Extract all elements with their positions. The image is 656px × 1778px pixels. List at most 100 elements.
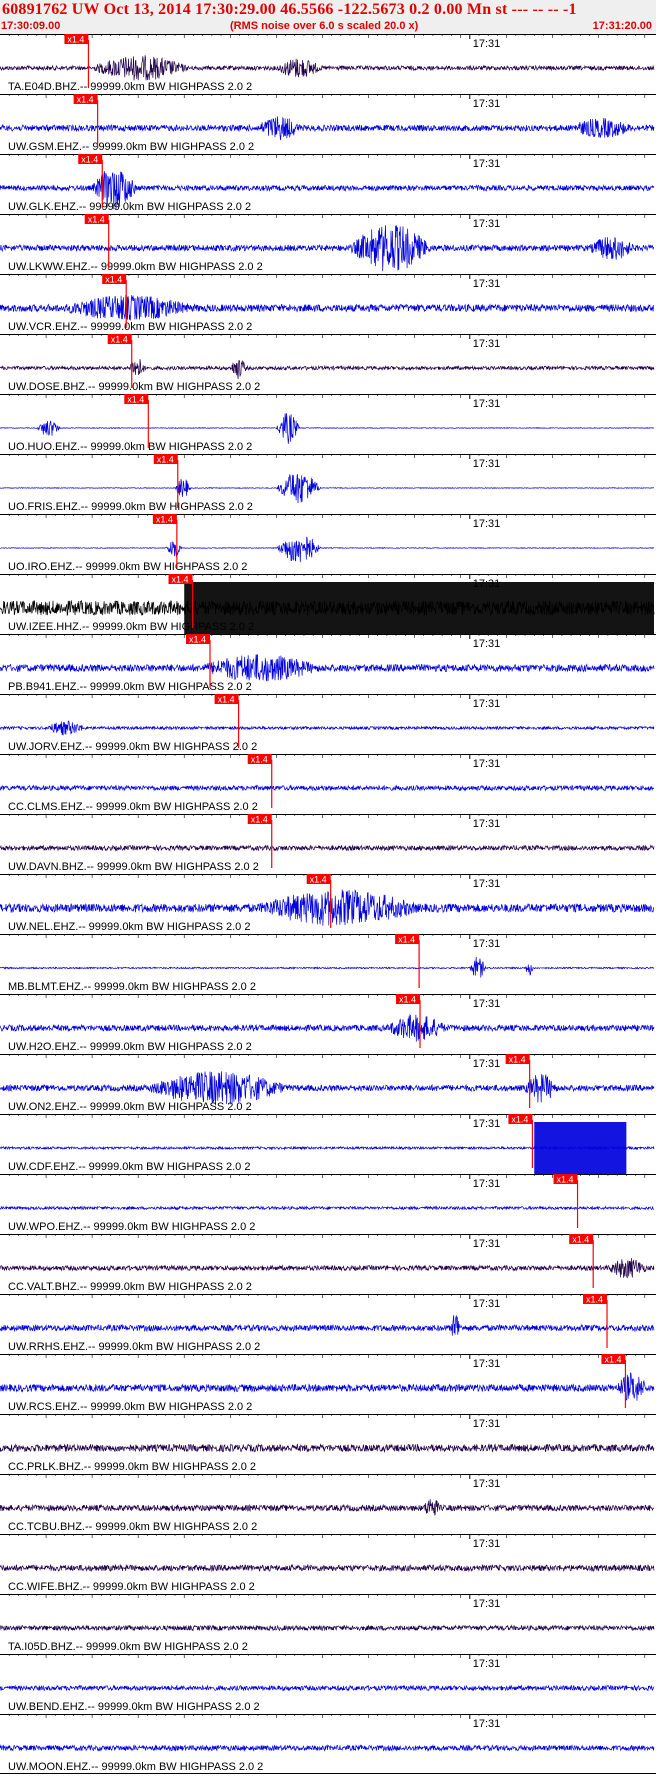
trace-row: 17:31 CC.WIFE.BHZ.-- 99999.0km BW HIGHPAS… — [0, 1534, 656, 1593]
waveform — [0, 1744, 655, 1752]
station-label: PB.B941.EHZ.-- 99999.0km BW HIGHPASS 2.0… — [8, 681, 252, 693]
waveform — [0, 1205, 655, 1211]
station-label: UW.DAVN.BHZ.-- 99999.0km BW HIGHPASS 2.0… — [8, 861, 259, 873]
pick-label: x1.4 — [509, 1055, 526, 1065]
station-label: UW.RCS.EHZ.-- 99999.0km BW HIGHPASS 2.0 … — [8, 1401, 252, 1413]
time-tick-label: 17:31 — [473, 1178, 501, 1190]
pick-label: x1.4 — [157, 455, 174, 465]
time-tick-label: 17:31 — [473, 638, 501, 650]
time-tick-label: 17:31 — [473, 1658, 501, 1670]
trace-row: 17:31 CC.CLMS.EHZ.-- 99999.0km BW HIGHPAS… — [0, 754, 656, 813]
start-time: 17:30:09.00 — [1, 20, 61, 32]
time-tick-label: 17:31 — [473, 218, 501, 230]
station-label: UW.DOSE.BHZ.-- 99999.0km BW HIGHPASS 2.0… — [8, 381, 260, 393]
station-label: UW.IZEE.HHZ.-- 99999.0km BW HIGHPASS 2.0… — [8, 621, 254, 633]
trace-row: 17:31 UO.HUO.EHZ.-- 99999.0km BW HIGHPASS… — [0, 394, 656, 453]
trace-row: 17:31 TA.E04D.BHZ.-- 99999.0km BW HIGHPAS… — [0, 34, 656, 93]
trace-row: 17:31UW.IZEE.HHZ.-- 99999.0km BW HIGHPAS… — [0, 574, 656, 634]
time-tick-label: 17:31 — [473, 98, 501, 110]
pick-label: x1.4 — [81, 155, 98, 165]
station-label: UO.IRO.EHZ.-- 99999.0km BW HIGHPASS 2.0 … — [8, 561, 247, 573]
station-label: CC.VALT.BHZ.-- 99999.0km BW HIGHPASS 2.0… — [8, 1281, 252, 1293]
trace-row: 17:31 UW.MOON.EHZ.-- 99999.0km BW HIGHPAS… — [0, 1714, 656, 1773]
header-bar: 60891762 UW Oct 13, 2014 17:30:29.00 46.… — [0, 0, 656, 34]
time-tick-label: 17:31 — [473, 1478, 501, 1490]
time-tick-label: 17:31 — [473, 1598, 501, 1610]
station-label: CC.WIFE.BHZ.-- 99999.0km BW HIGHPASS 2.0… — [8, 1581, 255, 1593]
trace-row: 17:31 UW.LKWW.EHZ.-- 99999.0km BW HIGHPAS… — [0, 214, 656, 273]
time-tick-label: 17:31 — [473, 38, 501, 50]
station-label: UW.H2O.EHZ.-- 99999.0km BW HIGHPASS 2.0 … — [8, 1041, 252, 1053]
waveform — [0, 1443, 655, 1453]
time-tick-label: 17:31 — [473, 878, 501, 890]
station-label: UW.JORV.EHZ.-- 99999.0km BW HIGHPASS 2.0… — [8, 741, 257, 753]
station-label: UW.RRHS.EHZ.-- 99999.0km BW HIGHPASS 2.0… — [8, 1341, 260, 1353]
waveform — [0, 359, 655, 380]
time-tick-label: 17:31 — [473, 398, 501, 410]
time-tick-label: 17:31 — [473, 1718, 501, 1730]
waveform — [0, 294, 655, 321]
station-label: UW.WPO.EHZ.-- 99999.0km BW HIGHPASS 2.0 … — [8, 1221, 255, 1233]
pick-label: x1.4 — [127, 395, 144, 405]
time-tick-label: 17:31 — [473, 278, 501, 290]
waveform — [0, 844, 655, 852]
time-tick-label: 17:31 — [473, 1538, 501, 1550]
time-tick-label: 17:31 — [473, 1238, 501, 1250]
station-label: MB.BLMT.EHZ.-- 99999.0km BW HIGHPASS 2.0… — [8, 981, 256, 993]
waveform — [0, 55, 655, 81]
time-tick-label: 17:31 — [473, 518, 501, 530]
clipped-signal — [534, 1122, 627, 1174]
time-tick-label: 17:31 — [473, 1358, 501, 1370]
pick-label: x1.4 — [67, 35, 84, 45]
station-label: TA.E04D.BHZ.-- 99999.0km BW HIGHPASS 2.0… — [8, 81, 252, 93]
station-label: UW.LKWW.EHZ.-- 99999.0km BW HIGHPASS 2.0… — [8, 261, 263, 273]
trace-row: 17:31 CC.TCBU.BHZ.-- 99999.0km BW HIGHPAS… — [0, 1474, 656, 1533]
waveform — [0, 956, 655, 978]
clipped-signal — [184, 582, 655, 634]
trace-row: 17:31 UW.RCS.EHZ.-- 99999.0km BW HIGHPASS… — [0, 1354, 656, 1413]
station-label: CC.TCBU.BHZ.-- 99999.0km BW HIGHPASS 2.0… — [8, 1521, 257, 1533]
station-label: UW.BEND.EHZ.-- 99999.0km BW HIGHPASS 2.0… — [8, 1701, 260, 1713]
end-time: 17:31:20.00 — [592, 20, 652, 32]
seismogram-svg: 17:31 TA.E04D.BHZ.-- 99999.0km BW HIGHPAS… — [0, 34, 656, 1774]
pick-label: x1.4 — [77, 95, 94, 105]
pick-label: x1.4 — [398, 935, 415, 945]
trace-row: 17:31 UW.RRHS.EHZ.-- 99999.0km BW HIGHPAS… — [0, 1294, 656, 1353]
station-label: TA.I05D.BHZ.-- 99999.0km BW HIGHPASS 2.0… — [8, 1641, 248, 1653]
trace-row: 17:31 CC.PRLK.BHZ.-- 99999.0km BW HIGHPAS… — [0, 1414, 656, 1473]
station-label: UO.FRIS.EHZ.-- 99999.0km BW HIGHPASS 2.0… — [8, 501, 253, 513]
pick-label: x1.4 — [88, 215, 105, 225]
trace-row: 17:31 CC.VALT.BHZ.-- 99999.0km BW HIGHPAS… — [0, 1234, 656, 1293]
trace-row: 17:31 UW.ON2.EHZ.-- 99999.0km BW HIGHPASS… — [0, 1054, 656, 1113]
station-label: CC.CLMS.EHZ.-- 99999.0km BW HIGHPASS 2.0… — [8, 801, 258, 813]
pick-label: x1.4 — [572, 1235, 589, 1245]
trace-row: 17:31 MB.BLMT.EHZ.-- 99999.0km BW HIGHPAS… — [0, 934, 656, 993]
station-label: UW.ON2.EHZ.-- 99999.0km BW HIGHPASS 2.0 … — [8, 1101, 252, 1113]
trace-row: 17:31 UW.H2O.EHZ.-- 99999.0km BW HIGHPASS… — [0, 994, 656, 1053]
waveform — [0, 1372, 655, 1401]
time-tick-label: 17:31 — [473, 698, 501, 710]
pick-label: x1.4 — [251, 815, 268, 825]
scale-note: (RMS noise over 6.0 s scaled 20.0 x) — [230, 20, 419, 32]
time-tick-label: 17:31 — [473, 338, 501, 350]
station-label: UW.NEL.EHZ.-- 99999.0km BW HIGHPASS 2.0 … — [8, 921, 250, 933]
pick-label: x1.4 — [156, 515, 173, 525]
pick-label: x1.4 — [111, 335, 128, 345]
time-tick-label: 17:31 — [473, 158, 501, 170]
trace-row: 17:31 UW.GLK.EHZ.-- 99999.0km BW HIGHPASS… — [0, 154, 656, 213]
waveform — [0, 473, 655, 504]
time-tick-label: 17:31 — [473, 1118, 501, 1130]
trace-row: 17:31 UW.BEND.EHZ.-- 99999.0km BW HIGHPAS… — [0, 1654, 656, 1713]
time-tick-label: 17:31 — [473, 1418, 501, 1430]
trace-row: 17:31 UW.JORV.EHZ.-- 99999.0km BW HIGHPAS… — [0, 694, 656, 753]
station-label: UW.CDF.EHZ.-- 99999.0km BW HIGHPASS 2.0 … — [8, 1161, 250, 1173]
waveform — [0, 1014, 655, 1042]
trace-row: 17:31 UW.CDF.EHZ.-- 99999.0km BW HIGHPASS… — [0, 1114, 656, 1174]
waveform — [0, 1499, 655, 1516]
pick-label: x1.4 — [105, 275, 122, 285]
time-tick-label: 17:31 — [473, 938, 501, 950]
time-tick-label: 17:31 — [473, 818, 501, 830]
waveform — [0, 1257, 655, 1279]
pick-label: x1.4 — [172, 575, 189, 585]
trace-row: 17:31 TA.I05D.BHZ.-- 99999.0km BW HIGHPAS… — [0, 1594, 656, 1653]
